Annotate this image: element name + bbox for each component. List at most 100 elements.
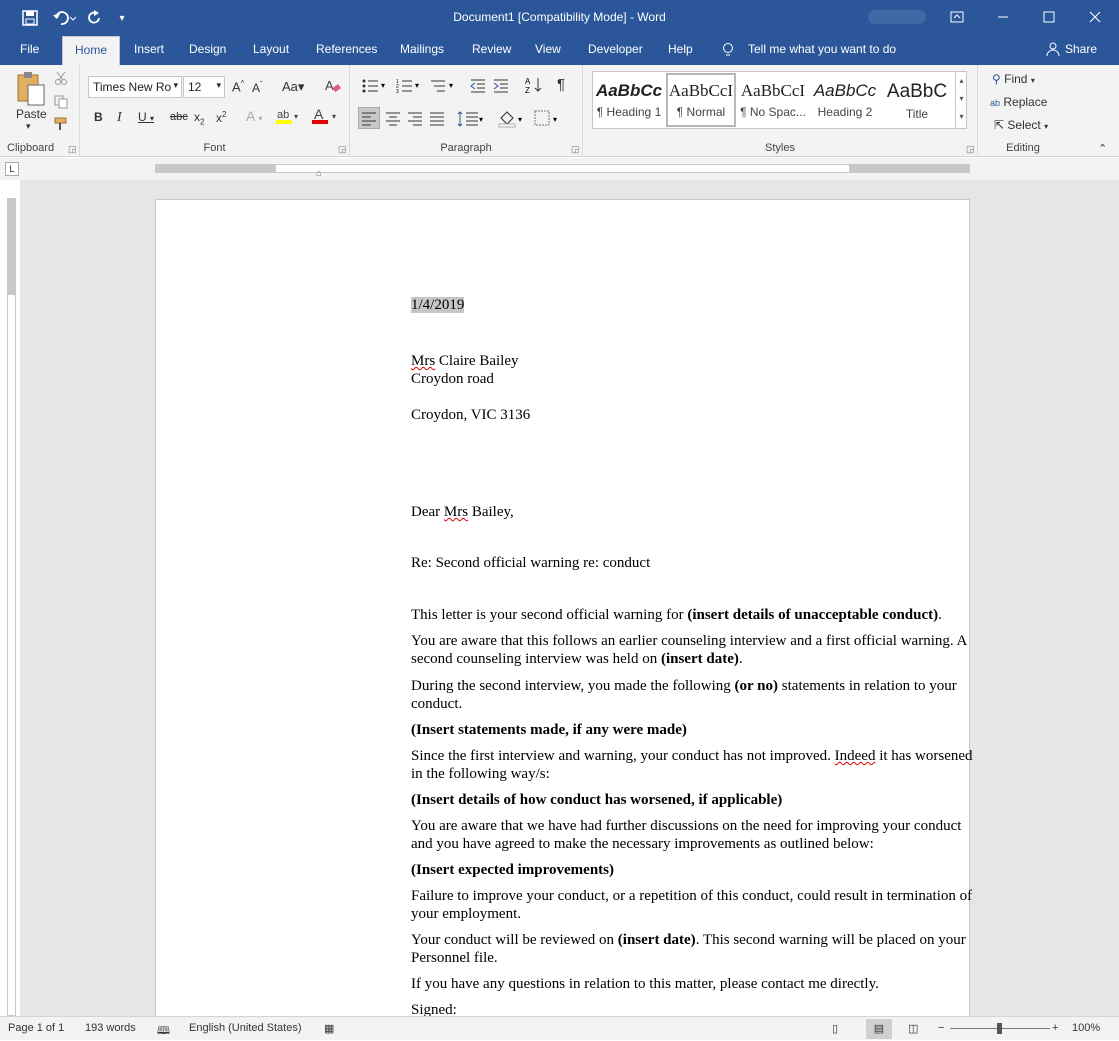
close-icon[interactable]: [1080, 6, 1110, 28]
justify-icon[interactable]: [428, 108, 446, 131]
font-name-dropdown-icon[interactable]: ▾: [173, 80, 178, 91]
font-name-combobox[interactable]: Times New Ro ▾: [88, 76, 182, 98]
paragraph-2[interactable]: You are aware that this follows an earli…: [411, 632, 976, 668]
page-count[interactable]: Page 1 of 1: [8, 1022, 64, 1034]
align-right-icon[interactable]: [406, 108, 424, 131]
change-case-icon[interactable]: Aa▾: [282, 79, 304, 95]
format-painter-icon[interactable]: [54, 117, 70, 134]
subject-line[interactable]: Re: Second official warning re: conduct: [411, 554, 976, 572]
salutation[interactable]: Dear Mrs Bailey,: [411, 503, 976, 521]
tab-help[interactable]: Help: [668, 42, 693, 56]
multilevel-list-icon[interactable]: ▾: [430, 78, 456, 97]
web-layout-icon[interactable]: ◫: [908, 1022, 918, 1035]
grow-font-icon[interactable]: A^: [232, 79, 244, 94]
strikethrough-icon[interactable]: abc: [170, 111, 188, 123]
bold-icon[interactable]: B: [94, 110, 103, 124]
word-count[interactable]: 193 words: [85, 1022, 136, 1034]
paragraph-3[interactable]: During the second interview, you made th…: [411, 677, 976, 713]
indent-marker-icon[interactable]: ⌂: [316, 168, 326, 180]
share-button[interactable]: Share: [1065, 42, 1097, 56]
tab-review[interactable]: Review: [472, 42, 511, 56]
clipboard-launcher-icon[interactable]: ◲: [68, 144, 77, 155]
line-spacing-icon[interactable]: ▾: [457, 108, 485, 131]
vertical-ruler[interactable]: [7, 198, 16, 1016]
tab-references[interactable]: References: [316, 42, 377, 56]
italic-icon[interactable]: I: [117, 110, 122, 126]
paragraph-1[interactable]: This letter is your second official warn…: [411, 606, 991, 624]
tab-file[interactable]: File: [20, 42, 39, 56]
zoom-slider-thumb[interactable]: [997, 1023, 1002, 1034]
paste-icon[interactable]: [15, 71, 47, 110]
minimize-icon[interactable]: [988, 6, 1018, 28]
borders-icon[interactable]: ▾: [533, 108, 561, 131]
styles-launcher-icon[interactable]: ◲: [966, 144, 975, 155]
paragraph-5[interactable]: Since the first interview and warning, y…: [411, 747, 976, 783]
increase-indent-icon[interactable]: [493, 78, 509, 97]
tab-view[interactable]: View: [535, 42, 561, 56]
superscript-icon[interactable]: x2: [216, 110, 226, 125]
styles-scroll[interactable]: ▴ ▾ ▾: [955, 72, 967, 128]
font-launcher-icon[interactable]: ◲: [338, 144, 347, 155]
numbering-icon[interactable]: 1 2 3 ▾: [396, 78, 422, 97]
collapse-ribbon-icon[interactable]: ⌃: [1098, 142, 1107, 155]
decrease-indent-icon[interactable]: [470, 78, 486, 97]
macro-record-icon[interactable]: ▦: [324, 1022, 334, 1035]
read-mode-icon[interactable]: ▯: [832, 1022, 838, 1035]
clear-formatting-icon[interactable]: A: [325, 78, 341, 97]
copy-icon[interactable]: [54, 95, 68, 112]
paragraph-10[interactable]: Your conduct will be reviewed on (insert…: [411, 931, 976, 967]
font-size-combobox[interactable]: 12 ▾: [183, 76, 225, 98]
horizontal-ruler[interactable]: L ⌂: [0, 158, 1119, 180]
paragraph-11[interactable]: If you have any questions in relation to…: [411, 975, 976, 993]
replace-button[interactable]: ab Replace: [990, 95, 1047, 109]
paragraph-7[interactable]: You are aware that we have had further d…: [411, 817, 976, 853]
page[interactable]: 1/4/2019 Mrs Claire Bailey Croydon road …: [155, 199, 973, 1029]
tab-design[interactable]: Design: [189, 42, 226, 56]
style-normal[interactable]: AaBbCcI ¶ Normal: [666, 73, 736, 127]
zoom-in-icon[interactable]: +: [1052, 1022, 1058, 1034]
zoom-out-icon[interactable]: −: [938, 1022, 944, 1034]
bullets-icon[interactable]: ▾: [362, 78, 388, 97]
tab-mailings[interactable]: Mailings: [400, 42, 444, 56]
select-button[interactable]: ⇱ Select ▾: [994, 118, 1048, 132]
tab-insert[interactable]: Insert: [134, 42, 164, 56]
highlight-color-icon[interactable]: ab ▾: [276, 107, 302, 128]
language[interactable]: English (United States): [189, 1022, 302, 1034]
style-no-spacing[interactable]: AaBbCcI ¶ No Spac...: [738, 73, 808, 127]
tab-selector-icon[interactable]: L: [5, 162, 19, 176]
proofing-icon[interactable]: 🕮: [157, 1022, 170, 1041]
shading-icon[interactable]: ▾: [498, 108, 526, 131]
find-button[interactable]: ⚲ Find ▾: [992, 72, 1035, 86]
underline-icon[interactable]: U ▾: [138, 110, 154, 124]
date-line[interactable]: 1/4/2019: [411, 296, 976, 314]
zoom-level[interactable]: 100%: [1072, 1022, 1100, 1034]
sort-icon[interactable]: AZ: [525, 76, 543, 97]
tell-me-search[interactable]: Tell me what you want to do: [748, 42, 896, 56]
paste-button[interactable]: Paste: [16, 107, 47, 121]
paragraph-4[interactable]: (Insert statements made, if any were mad…: [411, 721, 976, 739]
paste-dropdown-icon[interactable]: ▾: [26, 121, 31, 132]
share-icon[interactable]: [1046, 42, 1060, 59]
cut-icon[interactable]: [54, 71, 68, 88]
paragraph-8[interactable]: (Insert expected improvements): [411, 861, 976, 879]
shrink-font-icon[interactable]: Aˇ: [252, 80, 263, 95]
account-avatar[interactable]: [868, 10, 926, 24]
address-line-2[interactable]: Croydon road: [411, 370, 976, 388]
print-layout-icon[interactable]: ▤: [866, 1019, 892, 1039]
show-formatting-icon[interactable]: ¶: [557, 76, 565, 93]
paragraph-9[interactable]: Failure to improve your conduct, or a re…: [411, 887, 976, 923]
find-dropdown-icon[interactable]: ▾: [1031, 76, 1035, 85]
align-left-icon[interactable]: [358, 107, 380, 129]
tab-layout[interactable]: Layout: [253, 42, 289, 56]
style-title[interactable]: AaBbC Title: [882, 73, 952, 127]
select-dropdown-icon[interactable]: ▾: [1044, 122, 1048, 131]
tab-home[interactable]: Home: [62, 36, 121, 65]
subscript-icon[interactable]: x2: [194, 110, 204, 126]
align-center-icon[interactable]: [384, 108, 402, 131]
ribbon-display-icon[interactable]: [942, 6, 972, 28]
font-color-icon[interactable]: A ▾: [312, 106, 338, 128]
text-effects-icon[interactable]: A ▾: [246, 108, 262, 124]
font-size-dropdown-icon[interactable]: ▾: [216, 80, 221, 91]
style-heading-2[interactable]: AaBbCc Heading 2: [810, 73, 880, 127]
address-line-3[interactable]: Croydon, VIC 3136: [411, 406, 976, 424]
